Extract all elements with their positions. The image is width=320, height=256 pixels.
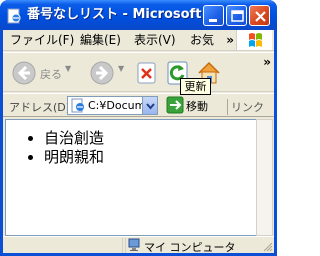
menu-favorites[interactable]: お気 [190,33,214,48]
maximize-button[interactable] [226,5,247,26]
status-divider [125,238,126,253]
minimize-icon [209,19,217,22]
window-client: ファイル(F) 編集(E) 表示(V) お気 » 戻る ▼ ▼ » アドレス(D… [3,30,274,254]
back-arrow-icon [12,61,36,85]
menu-file[interactable]: ファイル(F) [10,33,74,48]
menu-edit[interactable]: 編集(E) [80,33,121,48]
unordered-list: 自治創造 明朗親和 [27,129,105,167]
scroll-up-button[interactable] [257,120,272,137]
minimize-button[interactable] [203,5,224,26]
title-bar[interactable]: 番号なしリスト - Microsoft... [0,0,277,30]
go-button[interactable]: 移動 [164,96,216,115]
toolbar-overflow-icon[interactable]: » [263,55,271,69]
page-content: 自治創造 明朗親和 [5,119,256,236]
address-dropdown-button[interactable] [142,97,157,114]
status-bar: マイ コンピュータ [3,236,274,254]
ie-page-icon [71,98,84,113]
address-bar: アドレス(D) C:¥Docum 移動 リンク [3,93,274,117]
window-title: 番号なしリスト - Microsoft... [27,7,202,22]
go-label: 移動 [186,100,208,113]
status-main-pane [3,238,123,253]
chevron-double-right-icon[interactable]: » [226,33,234,47]
stop-button[interactable] [134,58,160,88]
browser-window: 番号なしリスト - Microsoft... ファイル(F) 編集(E) 表示(… [0,0,277,256]
menu-view[interactable]: 表示(V) [134,33,176,48]
windows-flag-icon [249,33,262,47]
resize-grip-icon[interactable] [262,241,273,252]
my-computer-icon [128,238,140,251]
back-button[interactable]: 戻る ▼ [9,58,77,88]
close-button[interactable] [249,5,270,26]
stop-icon [137,62,156,84]
links-toolbar[interactable]: リンク [227,99,264,115]
windows-logo [236,30,272,50]
maximize-icon [231,10,244,22]
address-input[interactable]: C:¥Docum [67,96,158,115]
chevron-down-icon [146,103,155,110]
forward-dropdown-icon[interactable]: ▼ [118,64,124,73]
back-dropdown-icon[interactable]: ▼ [65,64,71,73]
status-zone-label: マイ コンピュータ [144,241,236,254]
vertical-scrollbar[interactable] [256,119,273,236]
scroll-down-button[interactable] [257,218,272,235]
standard-toolbar: 戻る ▼ ▼ » [3,52,274,92]
ie-page-icon [7,8,21,24]
list-item: 明朗親和 [27,148,105,166]
refresh-tooltip: 更新 [180,78,211,95]
forward-button[interactable]: ▼ [87,58,127,88]
list-item: 自治創造 [27,129,105,147]
forward-arrow-icon [90,61,114,85]
go-arrow-icon [166,96,184,114]
close-icon [255,11,266,22]
back-label: 戻る [40,68,62,81]
address-value: C:¥Docum [88,99,143,112]
address-label: アドレス(D) [9,101,71,114]
menu-bar: ファイル(F) 編集(E) 表示(V) お気 » [3,30,274,51]
